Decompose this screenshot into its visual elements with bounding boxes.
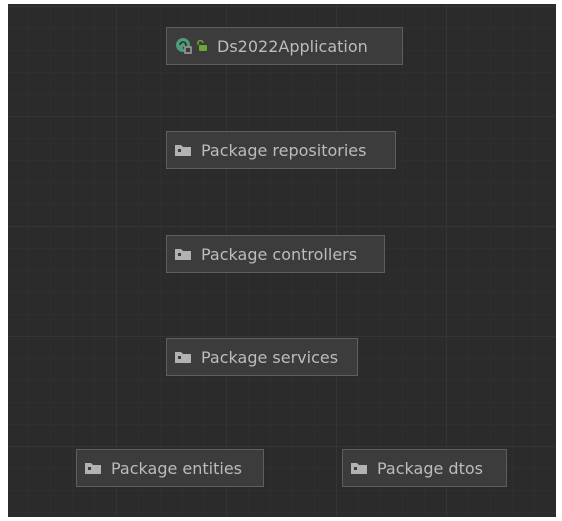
unlocked-padlock-icon bbox=[197, 40, 207, 51]
folder-icon bbox=[175, 352, 191, 363]
package-repositories-node[interactable]: Package repositories bbox=[166, 131, 396, 169]
folder-icon bbox=[85, 463, 101, 474]
package-dtos-node[interactable]: Package dtos bbox=[342, 449, 507, 487]
package-services-node[interactable]: Package services bbox=[166, 338, 358, 376]
application-label: Ds2022Application bbox=[217, 36, 368, 56]
package-label: Package controllers bbox=[201, 244, 358, 264]
spring-class-icon bbox=[176, 38, 192, 54]
diagram-canvas[interactable]: Ds2022Application Package repositories P… bbox=[8, 4, 556, 517]
application-node[interactable]: Ds2022Application bbox=[166, 27, 403, 65]
application-icons bbox=[175, 37, 208, 55]
package-controllers-node[interactable]: Package controllers bbox=[166, 235, 385, 273]
package-label: Package dtos bbox=[377, 458, 483, 478]
package-label: Package entities bbox=[111, 458, 243, 478]
folder-icon bbox=[175, 145, 191, 156]
package-label: Package services bbox=[201, 347, 339, 367]
folder-icon bbox=[175, 249, 191, 260]
folder-icon bbox=[351, 463, 367, 474]
package-entities-node[interactable]: Package entities bbox=[76, 449, 264, 487]
package-label: Package repositories bbox=[201, 140, 367, 160]
